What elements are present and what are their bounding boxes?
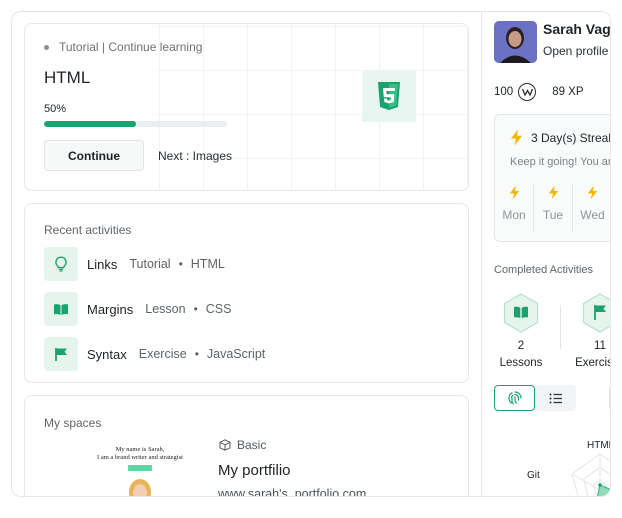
completed-activities-title: Completed Activities	[494, 264, 594, 276]
lightning-icon	[511, 129, 522, 146]
lightning-icon	[587, 185, 598, 200]
day-label: Wed	[580, 208, 605, 222]
separator-dot: •	[193, 302, 198, 316]
recent-activities-title: Recent activities	[44, 223, 132, 237]
view-toggle	[494, 385, 576, 411]
space-name[interactable]: My portfilio	[218, 462, 291, 479]
coin-icon	[518, 83, 537, 101]
recent-activities-card: Recent activities Links Tutorial • HTML …	[24, 203, 469, 383]
activity-language: HTML	[190, 257, 225, 271]
activity-item-links[interactable]: Links Tutorial • HTML	[44, 247, 225, 281]
activity-language: JavaScript	[206, 347, 266, 361]
bullet-icon	[44, 44, 49, 50]
language-filter-button[interactable]: C	[609, 385, 610, 411]
portrait-image	[129, 479, 151, 496]
my-spaces-card: My spaces My name is Sarah, I am a brand…	[24, 395, 469, 496]
activity-type: Lesson	[145, 302, 186, 316]
radar-label-html: HTML	[587, 440, 611, 451]
html5-icon	[362, 70, 416, 122]
radar-point	[598, 483, 602, 487]
next-lesson-link[interactable]: Next : Images	[158, 149, 232, 163]
book-icon	[503, 293, 539, 333]
continue-button[interactable]: Continue	[44, 140, 144, 171]
thumbnail-button	[128, 465, 152, 471]
streak-title-text: 3 Day(s) Streak	[531, 130, 611, 145]
streak-title: 3 Day(s) Streak	[510, 129, 611, 146]
progress-label: 50%	[44, 103, 67, 115]
progress-fill	[44, 121, 136, 127]
coins-count: 100	[494, 86, 514, 98]
streak-day-mon: Mon	[495, 185, 534, 231]
separator-dot: •	[194, 347, 199, 361]
breadcrumb: Tutorial | Continue learning	[44, 40, 202, 54]
breadcrumb-text: Tutorial | Continue learning	[59, 40, 203, 54]
lightbulb-icon	[44, 247, 78, 281]
course-title: HTML	[44, 68, 91, 87]
lessons-count: 2	[517, 340, 525, 352]
flag-icon	[582, 293, 610, 333]
stats-row: 100 89 XP	[494, 83, 584, 101]
space-plan-badge: Basic	[219, 438, 266, 452]
activity-item-margins[interactable]: Margins Lesson • CSS	[44, 292, 231, 326]
activity-type: Exercise	[138, 347, 187, 361]
exercises-count: 11	[594, 340, 606, 352]
skills-radar-area	[597, 484, 610, 496]
day-label: Mon	[502, 208, 526, 222]
streak-days: Mon Tue Wed	[495, 185, 610, 231]
fingerprint-icon	[507, 391, 522, 405]
avatar[interactable]	[494, 21, 537, 63]
book-icon	[44, 292, 78, 326]
list-view-button[interactable]	[535, 385, 576, 411]
dashboard-frame: Tutorial | Continue learning HTML 50% Co…	[11, 11, 611, 497]
lightning-icon	[509, 185, 519, 200]
skills-radar-chart: HTML Git	[527, 440, 611, 496]
progress-bar	[44, 121, 227, 127]
radar-label-git: Git	[527, 470, 540, 481]
cube-icon	[219, 439, 231, 451]
thumbnail-subheading: I am a brand writer and strategist	[97, 454, 183, 461]
thumbnail-heading: My name is Sarah,	[115, 446, 165, 453]
open-profile-link[interactable]: Open profile	[543, 44, 610, 58]
profile-sidebar: Sarah Vagar Open profile 100 89 XP 3 Day…	[481, 12, 611, 496]
activity-type: Tutorial	[129, 257, 171, 271]
streak-card: 3 Day(s) Streak Keep it going! You are o…	[494, 114, 611, 242]
portfolio-thumbnail[interactable]: My name is Sarah, I am a brand writer an…	[85, 440, 195, 496]
space-plan-label: Basic	[237, 438, 267, 452]
activity-item-syntax[interactable]: Syntax Exercise • JavaScript	[44, 337, 265, 371]
open-profile-label: Open profile	[543, 44, 609, 58]
completed-lessons: 2 Lessons	[491, 293, 551, 369]
list-icon	[549, 393, 562, 403]
activity-name: Syntax	[87, 346, 127, 362]
continue-learning-card[interactable]: Tutorial | Continue learning HTML 50% Co…	[24, 23, 469, 191]
activity-language: CSS	[205, 302, 232, 316]
user-name: Sarah Vagar	[543, 21, 611, 37]
divider	[560, 305, 561, 349]
day-label: Tue	[542, 208, 564, 222]
streak-day-tue: Tue	[534, 185, 573, 231]
my-spaces-title: My spaces	[44, 416, 102, 430]
space-url[interactable]: www.sarah's_portfolio.com	[218, 487, 366, 496]
radar-view-button[interactable]	[494, 385, 535, 411]
streak-day-wed: Wed	[573, 185, 610, 231]
streak-message: Keep it going! You are on	[510, 156, 610, 168]
completed-exercises: 11 Exercises	[570, 293, 610, 369]
activity-name: Margins	[87, 301, 134, 317]
lessons-label: Lessons	[499, 357, 543, 369]
lightning-icon	[548, 185, 558, 200]
separator-dot: •	[178, 257, 183, 271]
exercises-label: Exercises	[575, 357, 610, 369]
activity-name: Links	[87, 256, 118, 272]
flag-icon	[44, 337, 78, 371]
xp-count: 89 XP	[552, 86, 584, 98]
